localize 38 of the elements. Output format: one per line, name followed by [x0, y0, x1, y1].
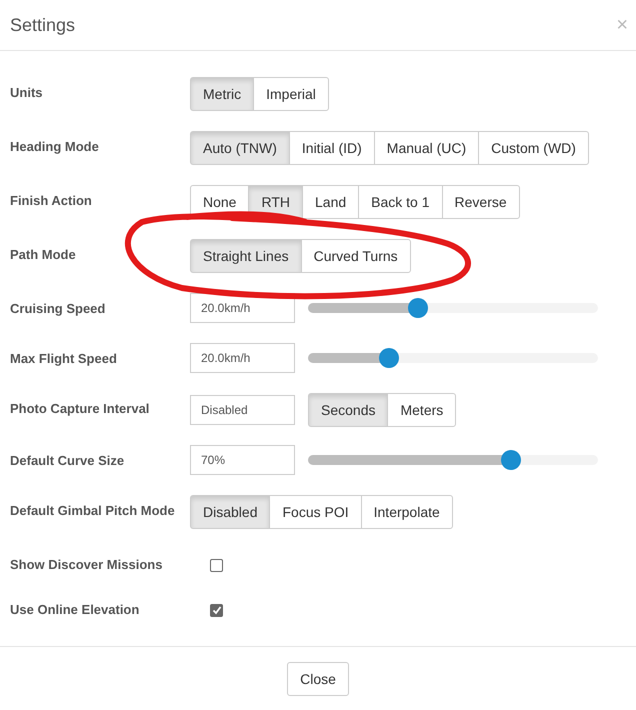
- setting-label: Use Online Elevation: [10, 601, 140, 620]
- segment-button[interactable]: Metric: [190, 77, 254, 111]
- segment-button[interactable]: Seconds: [308, 393, 388, 427]
- setting-label: Default Curve Size: [10, 452, 124, 470]
- segment-button[interactable]: Focus POI: [269, 495, 362, 529]
- segment-button[interactable]: Curved Turns: [300, 239, 411, 273]
- segment-button[interactable]: Land: [302, 185, 360, 219]
- segment-button[interactable]: Straight Lines: [190, 239, 302, 273]
- setting-label: Max Flight Speed: [10, 350, 117, 368]
- setting-label: Cruising Speed: [10, 300, 106, 318]
- segment-button[interactable]: Back to 1: [358, 185, 443, 219]
- segment-button[interactable]: Meters: [387, 393, 456, 427]
- segment-button[interactable]: Manual (UC): [374, 131, 480, 165]
- setting-label: Heading Mode: [10, 138, 99, 156]
- segment-button[interactable]: Interpolate: [360, 495, 453, 529]
- slider-thumb[interactable]: [501, 450, 521, 470]
- text-field[interactable]: 70%: [190, 445, 295, 475]
- slider-thumb[interactable]: [379, 348, 400, 368]
- setting-label: Units: [10, 84, 42, 102]
- segment-button[interactable]: Custom (WD): [478, 131, 589, 165]
- segment-button[interactable]: Reverse: [442, 185, 520, 219]
- text-field[interactable]: Disabled: [190, 395, 295, 425]
- close-button[interactable]: Close: [287, 662, 349, 696]
- setting-label: Show Discover Missions: [10, 556, 162, 574]
- setting-label: Path Mode: [10, 246, 76, 264]
- segment-button[interactable]: Imperial: [253, 77, 329, 111]
- checkbox[interactable]: [210, 558, 223, 572]
- dialog-title: Settings: [10, 14, 76, 37]
- segment-button[interactable]: Initial (ID): [288, 131, 375, 165]
- text-field[interactable]: 20.0km/h: [190, 343, 295, 373]
- checkbox[interactable]: [210, 604, 223, 616]
- setting-label: Photo Capture Interval: [10, 400, 150, 418]
- setting-label: Finish Action: [10, 192, 92, 210]
- slider-thumb[interactable]: [408, 298, 428, 318]
- segment-button[interactable]: Disabled: [190, 495, 270, 529]
- setting-label: Default Gimbal Pitch Mode: [10, 502, 175, 520]
- text-field[interactable]: 20.0km/h: [190, 293, 295, 323]
- segment-button[interactable]: Auto (TNW): [190, 131, 290, 165]
